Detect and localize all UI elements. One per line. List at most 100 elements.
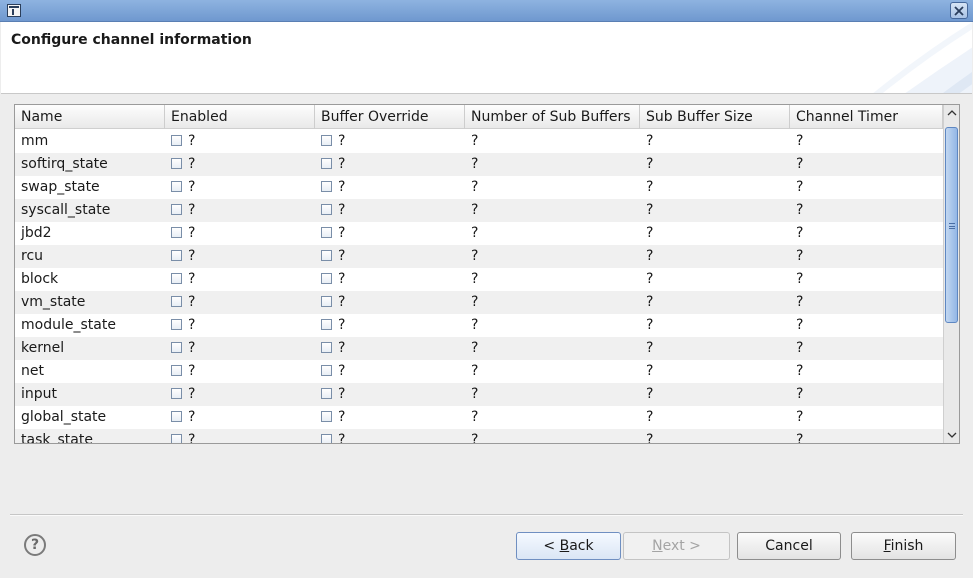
cell-enabled[interactable]: ?	[165, 406, 315, 429]
checkbox[interactable]	[171, 388, 182, 399]
column-header-enabled[interactable]: Enabled	[165, 105, 315, 129]
table-row[interactable]: net?????	[15, 360, 943, 383]
scroll-down-button[interactable]	[944, 427, 959, 443]
column-header-sub-buffer-size[interactable]: Sub Buffer Size	[640, 105, 790, 129]
cell-enabled[interactable]: ?	[165, 176, 315, 199]
table-row[interactable]: task_state?????	[15, 429, 943, 443]
checkbox[interactable]	[321, 227, 332, 238]
cell-enabled[interactable]: ?	[165, 383, 315, 406]
cell-enabled[interactable]: ?	[165, 314, 315, 337]
cancel-button[interactable]: Cancel	[737, 532, 841, 560]
table-row[interactable]: kernel?????	[15, 337, 943, 360]
cell-name-text: input	[21, 386, 58, 402]
checkbox[interactable]	[321, 204, 332, 215]
scroll-up-button[interactable]	[944, 105, 959, 121]
window-titlebar	[0, 0, 973, 22]
cell-channel-timer: ?	[790, 291, 943, 314]
cell-buffer-override[interactable]: ?	[315, 429, 465, 443]
column-header-number-of-sub-buffers[interactable]: Number of Sub Buffers	[465, 105, 640, 129]
table-row[interactable]: block?????	[15, 268, 943, 291]
checkbox[interactable]	[171, 181, 182, 192]
checkbox[interactable]	[321, 250, 332, 261]
checkbox[interactable]	[171, 342, 182, 353]
column-header-name[interactable]: Name	[15, 105, 165, 129]
checkbox[interactable]	[171, 434, 182, 443]
cell-channel-timer-text: ?	[796, 271, 804, 287]
cell-number-of-sub-buffers-text: ?	[471, 156, 479, 172]
cell-buffer-override[interactable]: ?	[315, 360, 465, 383]
cell-buffer-override[interactable]: ?	[315, 406, 465, 429]
vertical-scrollbar[interactable]	[943, 105, 959, 443]
table-row[interactable]: input?????	[15, 383, 943, 406]
checkbox[interactable]	[321, 365, 332, 376]
checkbox[interactable]	[321, 273, 332, 284]
checkbox[interactable]	[321, 135, 332, 146]
help-icon[interactable]: ?	[24, 534, 46, 556]
table-row[interactable]: global_state?????	[15, 406, 943, 429]
next-button[interactable]: Next >	[623, 532, 730, 560]
column-header-channel-timer[interactable]: Channel Timer	[790, 105, 943, 129]
cell-buffer-override[interactable]: ?	[315, 268, 465, 291]
back-button[interactable]: < Back	[516, 532, 621, 560]
table-row[interactable]: mm?????	[15, 130, 943, 153]
cell-enabled-text: ?	[188, 248, 196, 264]
checkbox[interactable]	[171, 204, 182, 215]
cell-buffer-override-text: ?	[338, 294, 346, 310]
checkbox[interactable]	[321, 158, 332, 169]
cell-number-of-sub-buffers: ?	[465, 360, 640, 383]
cell-buffer-override[interactable]: ?	[315, 222, 465, 245]
checkbox[interactable]	[321, 296, 332, 307]
cell-enabled[interactable]: ?	[165, 337, 315, 360]
cell-enabled[interactable]: ?	[165, 245, 315, 268]
cell-buffer-override[interactable]: ?	[315, 245, 465, 268]
cell-buffer-override[interactable]: ?	[315, 337, 465, 360]
checkbox[interactable]	[171, 319, 182, 330]
cell-buffer-override[interactable]: ?	[315, 153, 465, 176]
cell-buffer-override[interactable]: ?	[315, 291, 465, 314]
scroll-thumb[interactable]	[945, 127, 958, 323]
table-row[interactable]: vm_state?????	[15, 291, 943, 314]
checkbox[interactable]	[321, 319, 332, 330]
table-row[interactable]: softirq_state?????	[15, 153, 943, 176]
checkbox[interactable]	[171, 135, 182, 146]
cell-enabled[interactable]: ?	[165, 199, 315, 222]
cell-enabled[interactable]: ?	[165, 222, 315, 245]
checkbox[interactable]	[171, 296, 182, 307]
cell-buffer-override[interactable]: ?	[315, 314, 465, 337]
chevron-down-icon	[947, 432, 957, 438]
checkbox[interactable]	[171, 273, 182, 284]
table-row[interactable]: swap_state?????	[15, 176, 943, 199]
column-header-buffer-override[interactable]: Buffer Override	[315, 105, 465, 129]
cell-buffer-override-text: ?	[338, 248, 346, 264]
cell-enabled[interactable]: ?	[165, 291, 315, 314]
checkbox[interactable]	[321, 388, 332, 399]
checkbox[interactable]	[321, 411, 332, 422]
checkbox[interactable]	[321, 181, 332, 192]
cell-buffer-override[interactable]: ?	[315, 383, 465, 406]
table-row[interactable]: jbd2?????	[15, 222, 943, 245]
checkbox[interactable]	[171, 411, 182, 422]
table-row[interactable]: rcu?????	[15, 245, 943, 268]
channel-table[interactable]: Name Enabled Buffer Override Number of S…	[14, 104, 960, 444]
checkbox[interactable]	[171, 227, 182, 238]
cell-enabled[interactable]: ?	[165, 360, 315, 383]
checkbox[interactable]	[171, 365, 182, 376]
finish-button[interactable]: Finish	[851, 532, 956, 560]
table-row[interactable]: syscall_state?????	[15, 199, 943, 222]
close-button[interactable]	[950, 2, 968, 19]
cell-enabled[interactable]: ?	[165, 429, 315, 443]
checkbox[interactable]	[171, 158, 182, 169]
cell-number-of-sub-buffers: ?	[465, 176, 640, 199]
checkbox[interactable]	[171, 250, 182, 261]
table-header: Name Enabled Buffer Override Number of S…	[15, 105, 943, 129]
cell-buffer-override[interactable]: ?	[315, 199, 465, 222]
cell-buffer-override-text: ?	[338, 386, 346, 402]
cell-enabled[interactable]: ?	[165, 268, 315, 291]
cell-enabled[interactable]: ?	[165, 130, 315, 153]
cell-enabled[interactable]: ?	[165, 153, 315, 176]
checkbox[interactable]	[321, 342, 332, 353]
cell-buffer-override[interactable]: ?	[315, 176, 465, 199]
table-row[interactable]: module_state?????	[15, 314, 943, 337]
cell-buffer-override[interactable]: ?	[315, 130, 465, 153]
checkbox[interactable]	[321, 434, 332, 443]
